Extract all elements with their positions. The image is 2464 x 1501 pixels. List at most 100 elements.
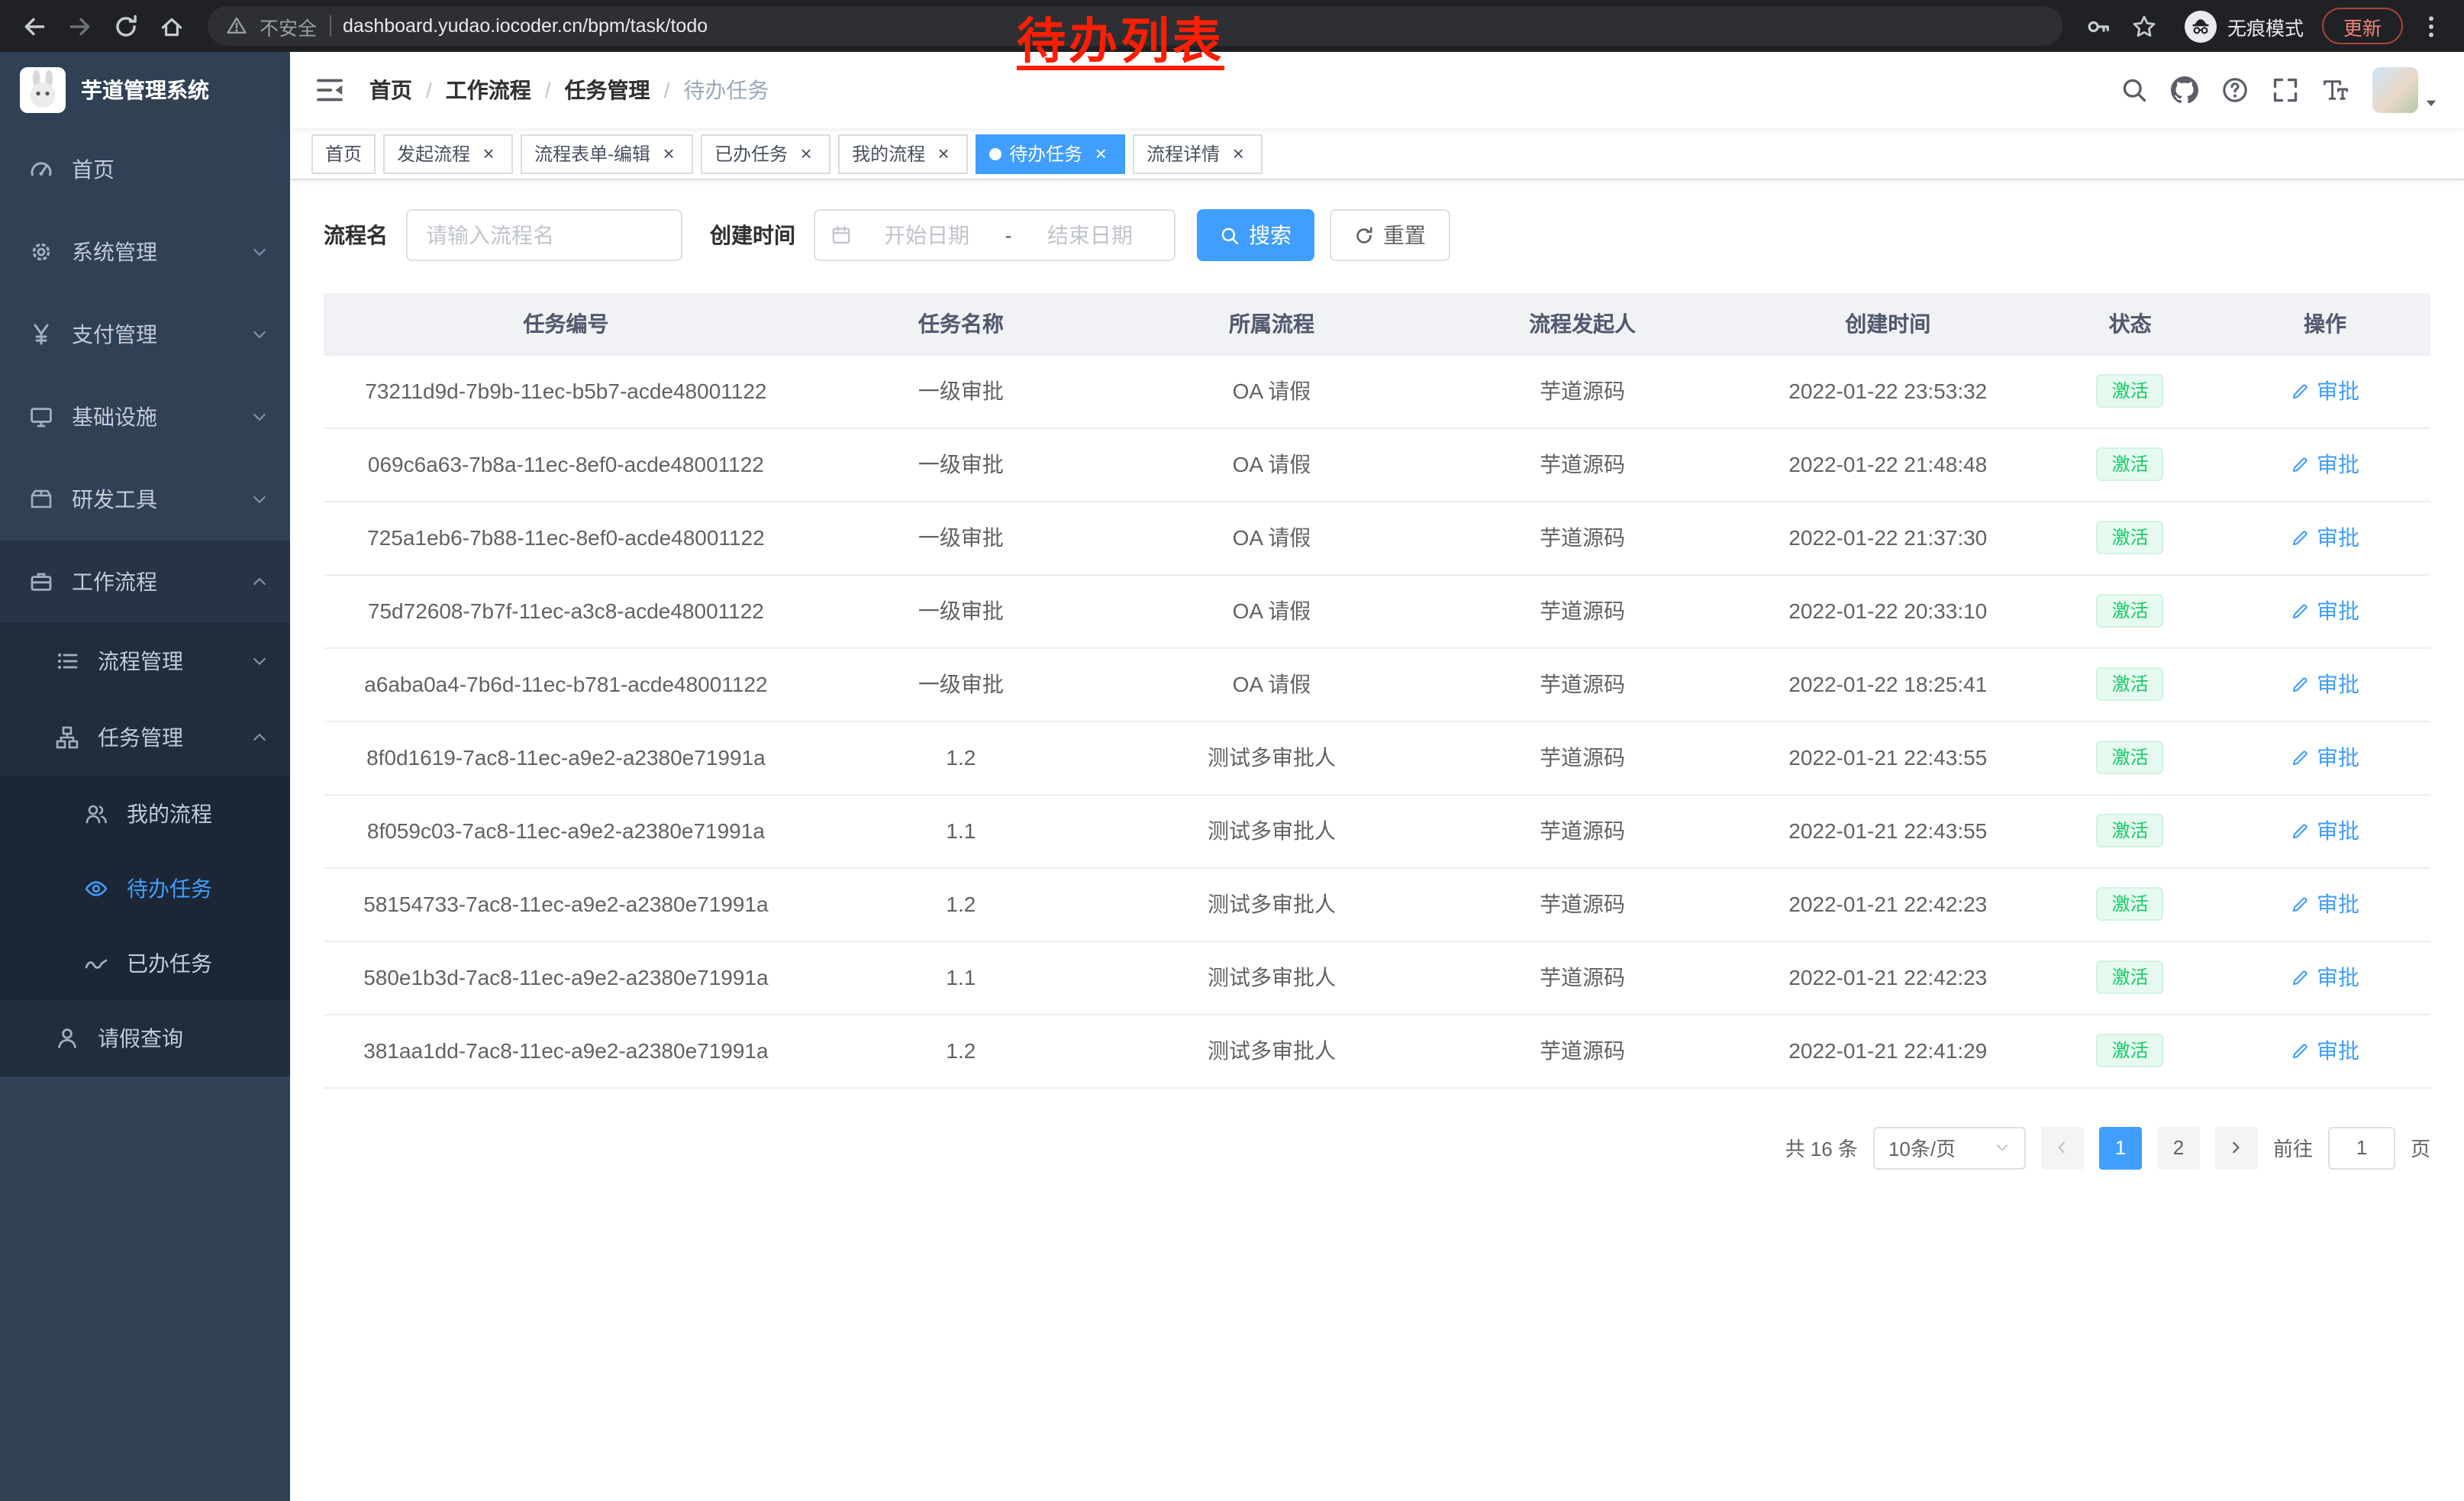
sidebar-item-done-tasks[interactable]: 已办任务 [0,925,290,1000]
cell-action: 审批 [2220,1014,2430,1087]
cell-process: 测试多审批人 [1114,867,1430,941]
tab-process-detail[interactable]: 流程详情× [1133,134,1263,173]
prev-page-button[interactable] [2041,1126,2084,1169]
process-name-label: 流程名 [324,220,388,250]
tab-done-tasks[interactable]: 已办任务× [701,134,830,173]
question-icon[interactable] [2221,76,2249,104]
page-button-1[interactable]: 1 [2099,1126,2142,1169]
yen-icon [29,322,53,347]
fullscreen-icon[interactable] [2272,76,2299,104]
cell-action: 审批 [2220,501,2430,574]
back-icon[interactable] [12,5,55,47]
sidebar-item-payment-mgmt[interactable]: 支付管理 [0,293,290,376]
cell-created: 2022-01-21 22:43:55 [1735,721,2040,794]
breadcrumb-home[interactable]: 首页 [369,75,412,105]
date-range-picker[interactable]: 开始日期 - 结束日期 [814,209,1176,261]
close-icon[interactable]: × [795,143,817,164]
github-icon[interactable] [2171,76,2198,104]
sidebar-item-infrastructure[interactable]: 基础设施 [0,376,290,458]
reset-button[interactable]: 重置 [1330,209,1450,261]
close-icon[interactable]: × [1227,143,1249,164]
sidebar-item-my-processes[interactable]: 我的流程 [0,776,290,851]
sidebar-item-leave-query[interactable]: 请假查询 [0,1000,290,1077]
approve-link[interactable]: 审批 [2291,815,2359,846]
avatar-image [2372,67,2418,113]
search-icon[interactable] [2121,76,2148,104]
sidebar-item-task-mgmt[interactable]: 任务管理 [0,699,290,776]
tab-process-form-edit[interactable]: 流程表单-编辑× [521,134,693,173]
approve-link[interactable]: 审批 [2291,742,2359,773]
key-icon[interactable] [2078,5,2121,47]
next-page-button[interactable] [2215,1126,2258,1169]
approve-link[interactable]: 审批 [2291,962,2359,993]
sidebar-item-dev-tools[interactable]: 研发工具 [0,458,290,541]
approve-link[interactable]: 审批 [2291,669,2359,699]
update-button[interactable]: 更新 [2322,8,2403,44]
cell-process: 测试多审批人 [1114,721,1430,794]
sidebar-item-label: 请假查询 [98,1023,183,1054]
sidebar-item-todo-tasks[interactable]: 待办任务 [0,851,290,925]
sidebar-item-system-mgmt[interactable]: 系统管理 [0,211,290,293]
sidebar-item-home[interactable]: 首页 [0,128,290,211]
tab-start-process[interactable]: 发起流程× [383,134,513,173]
approve-link[interactable]: 审批 [2291,449,2359,479]
annotation-todo-list: 待办列表 [1017,17,1224,66]
approve-link[interactable]: 审批 [2291,376,2359,406]
search-button[interactable]: 搜索 [1197,209,1314,261]
incognito-label: 无痕模式 [2227,11,2304,40]
edit-icon [2291,528,2311,547]
close-icon[interactable]: × [478,143,499,164]
reset-button-label: 重置 [1383,220,1426,250]
forward-icon[interactable] [58,5,101,47]
reload-icon[interactable] [104,5,147,47]
sidebar-item-process-mgmt[interactable]: 流程管理 [0,623,290,699]
tab-home[interactable]: 首页 [311,134,376,173]
refresh-icon [1354,225,1374,245]
breadcrumb-separator: / [426,78,432,102]
total-count: 共 16 条 [1785,1133,1858,1162]
close-icon[interactable]: × [1090,143,1111,164]
table-header-row: 任务编号 任务名称 所属流程 流程发起人 创建时间 状态 操作 [324,293,2430,354]
cell-task-name: 一级审批 [808,354,1114,428]
approve-link[interactable]: 审批 [2291,522,2359,553]
page-size-select[interactable]: 10条/页 [1873,1126,2026,1169]
goto-page-input[interactable] [2328,1126,2395,1169]
cell-task-id: 725a1eb6-7b88-11ec-8ef0-acde48001122 [324,501,808,574]
chevron-down-icon [250,408,269,426]
omnibox-separator [329,15,331,37]
breadcrumb-workflow[interactable]: 工作流程 [446,75,531,105]
cell-action: 审批 [2220,941,2430,1014]
home-icon[interactable] [150,5,192,47]
table-row: 725a1eb6-7b88-11ec-8ef0-acde48001122 一级审… [324,501,2430,574]
kebab-menu-icon[interactable] [2409,5,2452,47]
security-label[interactable]: 不安全 [260,11,317,40]
bookmark-star-icon[interactable] [2124,5,2166,47]
font-size-icon[interactable] [2322,76,2350,104]
cell-created: 2022-01-22 20:33:10 [1735,574,2040,647]
tab-my-processes[interactable]: 我的流程× [838,134,968,173]
cell-created: 2022-01-21 22:42:23 [1735,941,2040,1014]
tab-todo-tasks[interactable]: 待办任务× [976,134,1125,173]
user-avatar[interactable] [2372,67,2440,113]
approve-link[interactable]: 审批 [2291,889,2359,919]
close-icon[interactable]: × [658,143,679,164]
range-separator: - [1001,223,1014,247]
close-icon[interactable]: × [933,143,954,164]
browser-toolbar: 不安全 dashboard.yudao.iocoder.cn/bpm/task/… [0,0,2464,52]
filter-bar: 流程名 创建时间 开始日期 - 结束日期 搜索 重 [324,209,2430,261]
approve-link[interactable]: 审批 [2291,596,2359,626]
collapse-sidebar-icon[interactable] [290,75,369,105]
sidebar-item-label: 系统管理 [72,237,157,267]
app-logo[interactable]: 芋道管理系统 [0,52,290,128]
approve-link[interactable]: 审批 [2291,1035,2359,1066]
col-status: 状态 [2040,293,2220,354]
calendar-icon [830,224,852,246]
breadcrumb-task-mgmt[interactable]: 任务管理 [565,75,650,105]
cell-created: 2022-01-21 22:41:29 [1735,1014,2040,1087]
sidebar-item-workflow[interactable]: 工作流程 [0,541,290,623]
edit-icon [2291,601,2311,621]
cell-task-id: 580e1b3d-7ac8-11ec-a9e2-a2380e71991a [324,941,808,1014]
process-name-input[interactable] [406,209,682,261]
logo-avatar [20,67,66,113]
page-button-2[interactable]: 2 [2157,1126,2200,1169]
